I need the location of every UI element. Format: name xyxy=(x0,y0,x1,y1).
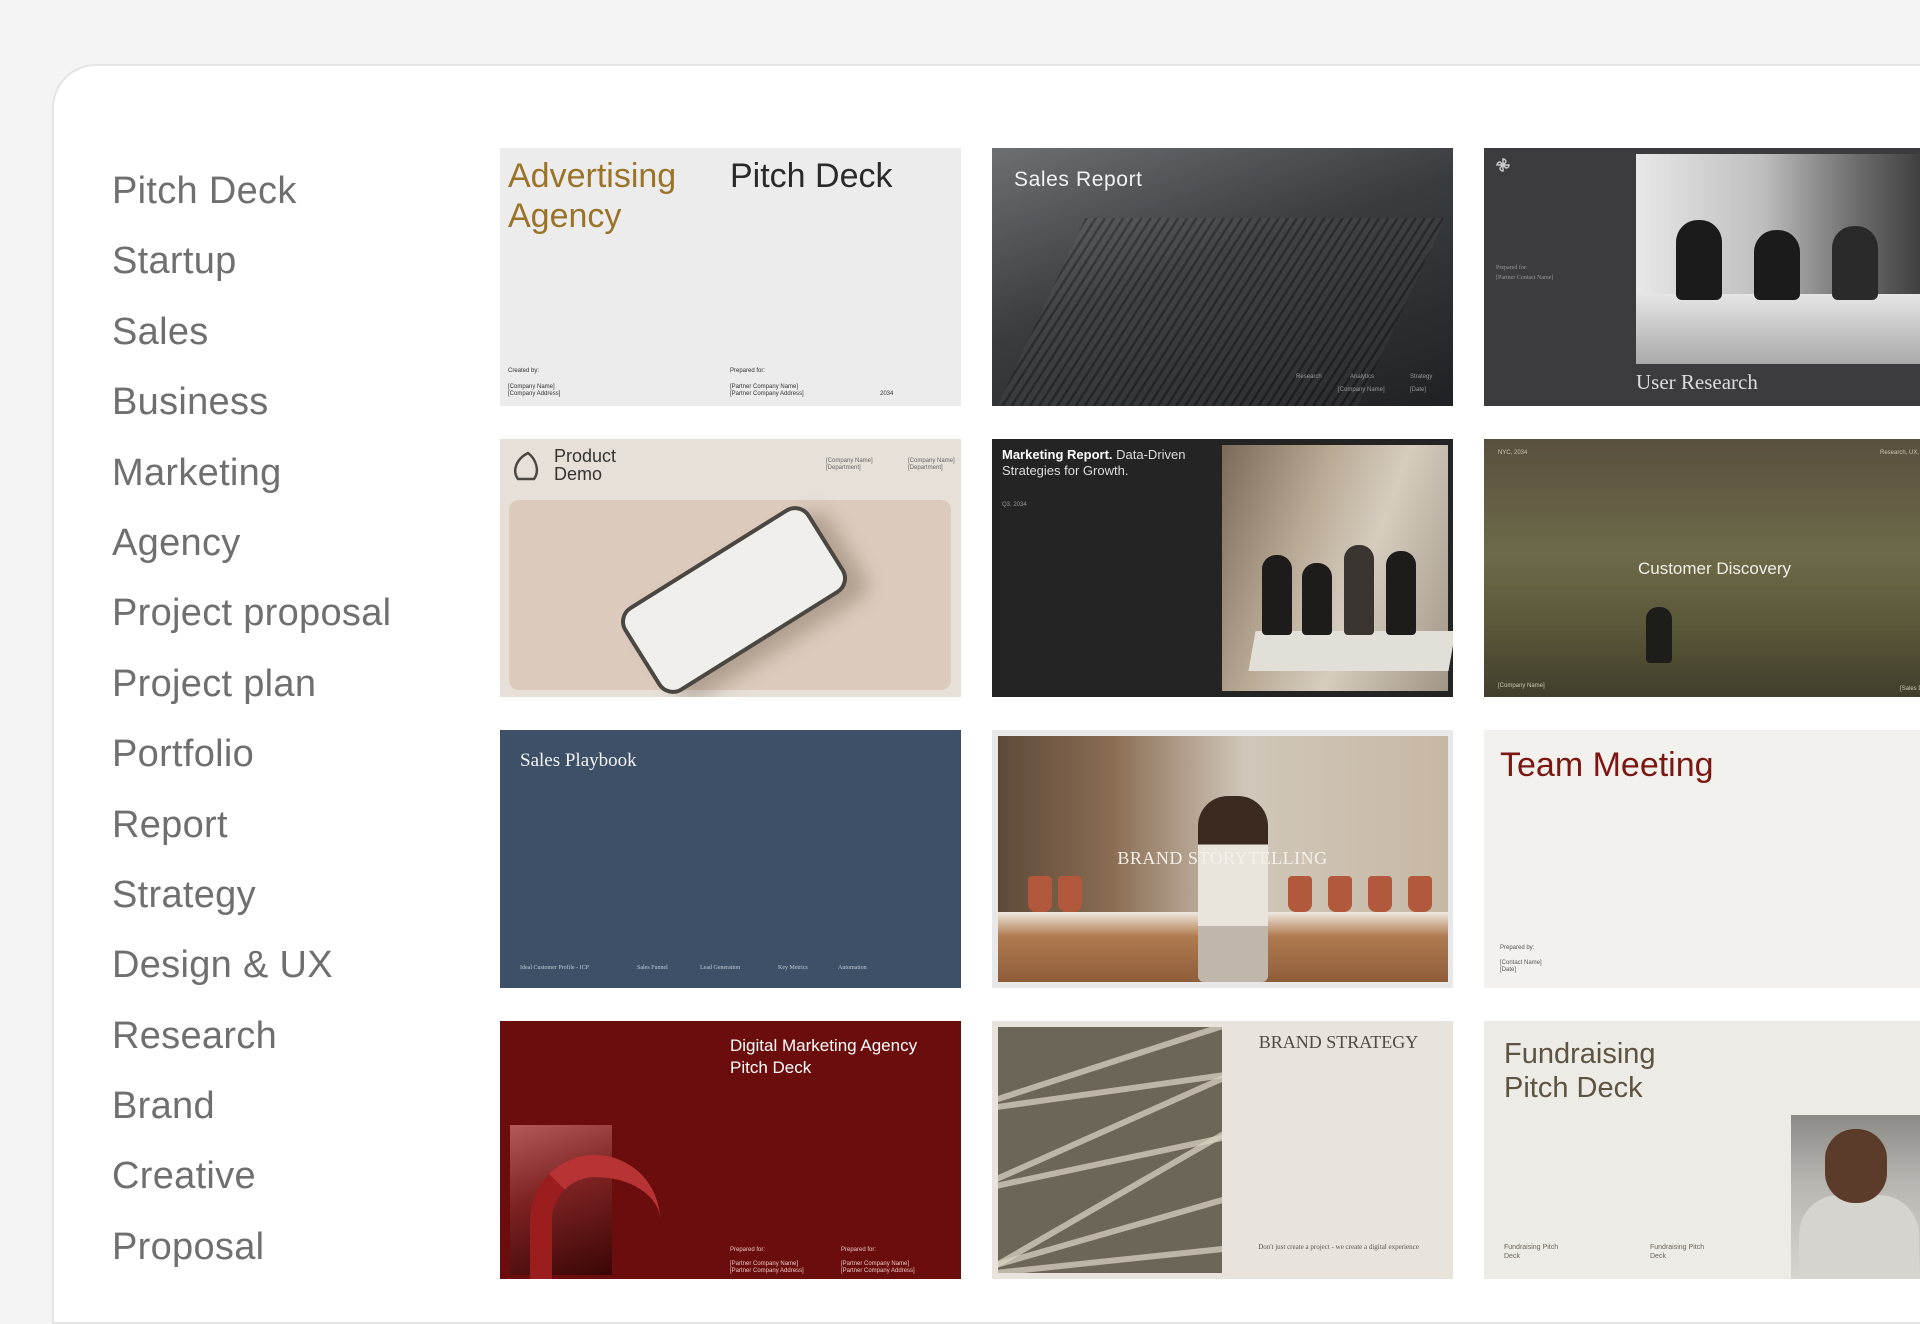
category-creative[interactable]: Creative xyxy=(112,1141,442,1211)
category-agency[interactable]: Agency xyxy=(112,508,442,578)
template-title: Fundraising Pitch Deck xyxy=(1504,1038,1656,1104)
title-bold: Marketing Report. xyxy=(1002,447,1113,462)
template-card-sales-report[interactable]: Sales Report Research Analytics Strategy… xyxy=(992,148,1453,406)
prepared-by-label: Prepared by: xyxy=(1500,945,1535,951)
year: 2034 xyxy=(880,391,894,397)
category-brand[interactable]: Brand xyxy=(112,1071,442,1141)
building-image xyxy=(992,218,1446,406)
location-year: NYC, 2034 xyxy=(1498,450,1528,456)
hiker-figure xyxy=(1646,607,1672,663)
category-portfolio[interactable]: Portfolio xyxy=(112,719,442,789)
partner-address-1: [Partner Company Address] xyxy=(730,1268,804,1274)
template-title: Product Demo xyxy=(554,446,617,484)
category-strategy[interactable]: Strategy xyxy=(112,860,442,930)
partner-contact: [Partner Contact Name] xyxy=(1496,275,1554,281)
footer-strategy: Strategy xyxy=(1410,374,1433,380)
template-card-brand-storytelling[interactable]: BRAND STORYTELLING xyxy=(992,730,1453,988)
company-address: [Company Address] xyxy=(508,391,561,397)
prepared-for-label-1: Prepared for: xyxy=(730,1247,766,1253)
category-project-proposal[interactable]: Project proposal xyxy=(112,578,442,648)
template-subtitle: Pitch Deck xyxy=(730,157,893,195)
template-card-brand-strategy[interactable]: BRAND STRATEGY Don't just create a proje… xyxy=(992,1021,1453,1279)
category-report[interactable]: Report xyxy=(112,790,442,860)
category-startup[interactable]: Startup xyxy=(112,226,442,296)
template-card-digital-marketing-agency[interactable]: Digital Marketing Agency Pitch Deck Prep… xyxy=(500,1021,961,1279)
template-title: Customer Discovery xyxy=(1637,559,1792,578)
meta-2: Fundraising Pitch Deck xyxy=(1650,1244,1705,1260)
pinwheel-icon xyxy=(1496,158,1510,172)
meta-1: Fundraising Pitch Deck xyxy=(1504,1244,1559,1260)
template-title: Team Meeting xyxy=(1500,746,1714,784)
quarter-label: Q3, 2034 xyxy=(1002,502,1027,508)
footer-icp: Ideal Customer Profile - ICP xyxy=(520,965,589,971)
category-research[interactable]: Research xyxy=(112,1001,442,1071)
partner-address-2: [Partner Company Address] xyxy=(841,1268,915,1274)
category-business[interactable]: Business xyxy=(112,367,442,437)
portrait-photo xyxy=(1791,1115,1920,1279)
partner-address: [Partner Company Address] xyxy=(730,391,804,397)
template-grid: Advertising Agency Pitch Deck Created by… xyxy=(500,148,1920,1322)
app-window: Pitch Deck Startup Sales Business Market… xyxy=(52,64,1920,1324)
template-title: Marketing Report. Data-Driven Strategies… xyxy=(1002,447,1212,479)
prepared-for-label: Prepared for: xyxy=(730,368,766,374)
footer-sales-funnel: Sales Funnel xyxy=(637,965,668,971)
leaf-logo-icon xyxy=(514,451,539,481)
category-proposal[interactable]: Proposal xyxy=(112,1212,442,1282)
phone-image xyxy=(509,499,951,697)
abstract-lines-image xyxy=(998,1027,1222,1273)
template-card-product-demo[interactable]: Product Demo [Company Name] [Department]… xyxy=(500,439,961,697)
template-card-fundraising-pitch-deck[interactable]: Fundraising Pitch Deck Fundraising Pitch… xyxy=(1484,1021,1920,1279)
topics: Research, UX, UI xyxy=(1880,450,1920,456)
red-arch-image xyxy=(510,1125,660,1279)
category-design-ux[interactable]: Design & UX xyxy=(112,930,442,1000)
template-card-sales-playbook[interactable]: Sales Playbook Ideal Customer Profile - … xyxy=(500,730,961,988)
footer-company: [Company Name] xyxy=(1338,387,1385,393)
team-photo xyxy=(1222,445,1453,691)
company-name: [Company Name] xyxy=(1498,683,1545,689)
template-card-team-meeting[interactable]: Team Meeting Prepared by: [Contact Name]… xyxy=(1484,730,1920,988)
category-sidebar: Pitch Deck Startup Sales Business Market… xyxy=(112,156,442,1282)
footer-key-metrics: Key Metrics xyxy=(778,965,808,971)
template-title: BRAND STRATEGY xyxy=(1258,1032,1419,1052)
template-card-user-research[interactable]: Prepared for: [Partner Contact Name] Use… xyxy=(1484,148,1920,406)
template-card-marketing-report[interactable]: Marketing Report. Data-Driven Strategies… xyxy=(992,439,1453,697)
footer-analytics: Analytics xyxy=(1350,374,1375,380)
meeting-photo xyxy=(1636,154,1920,364)
template-title: Advertising Agency xyxy=(508,157,677,235)
sales-data: [Sales Data] xyxy=(1900,686,1920,692)
department-1: [Department] xyxy=(826,465,861,471)
template-title: Sales Playbook xyxy=(520,750,637,771)
prepared-for-label: Prepared for: xyxy=(1496,265,1528,271)
department-2: [Department] xyxy=(908,465,943,471)
date-placeholder: [Date] xyxy=(1500,967,1517,973)
category-marketing[interactable]: Marketing xyxy=(112,438,442,508)
footer-research: Research xyxy=(1296,374,1322,380)
category-sales[interactable]: Sales xyxy=(112,297,442,367)
tagline: Don't just create a project - we create … xyxy=(1258,1243,1419,1251)
template-title: BRAND STORYTELLING xyxy=(1117,848,1328,868)
template-card-advertising-agency[interactable]: Advertising Agency Pitch Deck Created by… xyxy=(500,148,961,406)
template-card-customer-discovery[interactable]: NYC, 2034 Research, UX, UI Customer Disc… xyxy=(1484,439,1920,697)
category-project-plan[interactable]: Project plan xyxy=(112,649,442,719)
footer-date: [Date] xyxy=(1410,387,1427,393)
footer-automation: Automation xyxy=(838,965,867,971)
template-title: Digital Marketing Agency Pitch Deck xyxy=(730,1036,918,1077)
footer-lead-generation: Lead Generation xyxy=(700,965,741,971)
template-title: Sales Report xyxy=(1014,168,1143,191)
created-by-label: Created by: xyxy=(508,368,540,374)
category-pitch-deck[interactable]: Pitch Deck xyxy=(112,156,442,226)
prepared-for-label-2: Prepared for: xyxy=(841,1247,877,1253)
template-title: User Research xyxy=(1636,370,1758,394)
